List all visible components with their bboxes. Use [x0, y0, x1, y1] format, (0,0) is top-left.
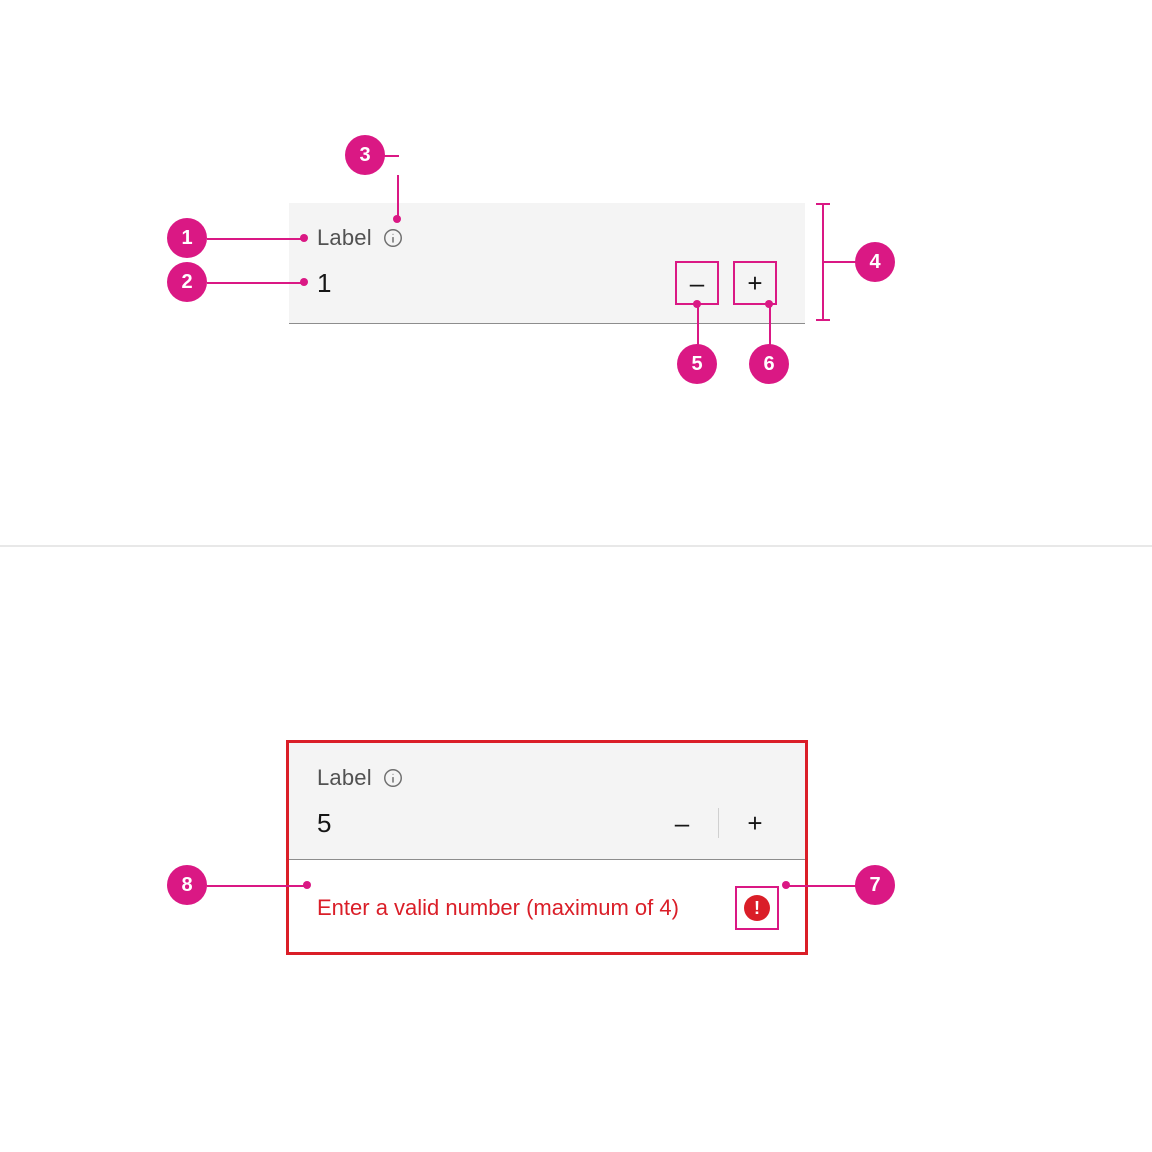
- stepper-buttons: – +: [675, 261, 777, 305]
- number-value[interactable]: 5: [317, 808, 331, 839]
- error-row: Enter a valid number (maximum of 4): [317, 888, 777, 928]
- annotation-leader: [697, 303, 699, 346]
- value-row: 1 – +: [317, 261, 777, 305]
- section-divider: [0, 545, 1152, 547]
- pin-number: 6: [763, 353, 774, 376]
- pin-number: 3: [359, 144, 370, 167]
- annotation-dot: [765, 300, 773, 308]
- increment-button[interactable]: +: [733, 801, 777, 845]
- height-guide-cap-bot: [816, 319, 830, 321]
- annotation-pin-4: 4: [855, 242, 895, 282]
- annotation-pin-5: 5: [677, 344, 717, 384]
- pin-number: 8: [181, 874, 192, 897]
- annotation-dot: [782, 881, 790, 889]
- annotation-leader: [823, 261, 857, 263]
- annotation-pin-1: 1: [167, 218, 207, 258]
- pin-number: 5: [691, 353, 702, 376]
- error-icon-highlight: [737, 888, 777, 928]
- annotation-leader: [397, 175, 399, 219]
- increment-button[interactable]: +: [733, 261, 777, 305]
- number-input-field: Label 5 – +: [289, 743, 805, 860]
- pin-number: 7: [869, 874, 880, 897]
- annotation-leader: [769, 303, 771, 346]
- annotation-pin-2: 2: [167, 262, 207, 302]
- input-label: Label: [317, 765, 372, 791]
- decrement-button[interactable]: –: [675, 261, 719, 305]
- label-row: Label: [317, 225, 777, 251]
- info-icon[interactable]: [382, 767, 404, 789]
- annotation-leader: [207, 282, 304, 284]
- pin-number: 1: [181, 227, 192, 250]
- annotation-leader: [383, 155, 399, 157]
- annotation-pin-7: 7: [855, 865, 895, 905]
- annotation-pin-6: 6: [749, 344, 789, 384]
- pin-number: 4: [869, 251, 880, 274]
- annotation-leader: [207, 885, 307, 887]
- info-icon[interactable]: [382, 227, 404, 249]
- pin-number: 2: [181, 271, 192, 294]
- number-input-default: Label 1 – +: [289, 203, 805, 324]
- annotation-pin-3: 3: [345, 135, 385, 175]
- error-message: Enter a valid number (maximum of 4): [317, 895, 679, 921]
- decrement-button[interactable]: –: [660, 801, 704, 845]
- height-guide-cap-top: [816, 203, 830, 205]
- error-icon: [744, 895, 770, 921]
- annotation-dot: [393, 215, 401, 223]
- value-row: 5 – +: [317, 801, 777, 845]
- annotation-dot: [693, 300, 701, 308]
- annotation-dot: [303, 881, 311, 889]
- label-row: Label: [317, 765, 777, 791]
- annotation-leader: [207, 238, 304, 240]
- annotation-pin-8: 8: [167, 865, 207, 905]
- annotation-dot: [300, 278, 308, 286]
- annotation-leader: [787, 885, 857, 887]
- input-label: Label: [317, 225, 372, 251]
- stepper-buttons: – +: [660, 801, 777, 845]
- button-divider: [718, 808, 719, 838]
- number-value[interactable]: 1: [317, 268, 331, 299]
- number-input-error: Label 5 – + Enter a valid number (maximu…: [289, 743, 805, 952]
- annotation-dot: [300, 234, 308, 242]
